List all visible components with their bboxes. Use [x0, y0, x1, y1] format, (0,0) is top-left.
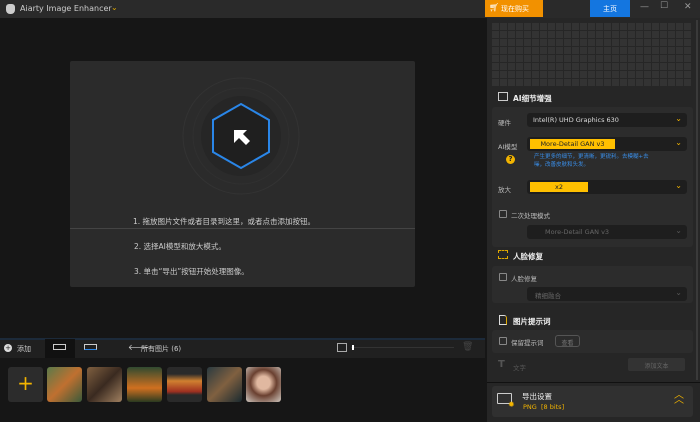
slider-handle[interactable] [352, 345, 354, 350]
cart-icon: 🛒︎ [489, 3, 500, 12]
add-image-button[interactable]: + [8, 367, 43, 402]
secondary-model-value: More-Detail GAN v3 [545, 228, 610, 236]
hardware-value: Intel(R) UHD Graphics 630 [533, 116, 619, 124]
export-format-value: PNG [523, 403, 537, 411]
filmstrip-view-icon[interactable] [84, 344, 97, 350]
scale-select[interactable]: x2 ⌄ [527, 180, 687, 194]
help-icon[interactable]: ? [506, 155, 515, 164]
keep-prompt-checkbox[interactable] [499, 337, 507, 345]
text-icon: T [498, 359, 505, 370]
thumbnail-bottle[interactable] [127, 367, 162, 402]
trash-icon[interactable]: 🗑︎ [462, 342, 473, 352]
app-title: Aiarty Image Enhancer [20, 4, 112, 13]
all-images-label: 所有图片 (6) [141, 345, 182, 353]
face-restore-checkbox[interactable] [499, 273, 507, 281]
chevron-down-icon: ⌄ [675, 226, 682, 235]
chevron-down-icon: ⌄ [675, 288, 682, 297]
image-size-icon [337, 343, 347, 352]
face-icon [498, 250, 508, 259]
scale-label: 放大 [498, 186, 511, 194]
gear-icon: ✹ [508, 400, 515, 409]
secondary-model-select[interactable]: More-Detail GAN v3 ⌄ [527, 225, 687, 239]
close-icon[interactable]: ✕ [684, 2, 692, 12]
divider [70, 228, 415, 229]
scrollbar[interactable] [696, 20, 698, 380]
add-text-button[interactable]: 添加文本 [628, 358, 685, 371]
export-format: PNG [8 bits] [523, 403, 564, 411]
grid-view-icon [53, 344, 66, 350]
step-2: 2. 选择AI模型和放大模式。 [134, 242, 226, 251]
chevron-up-double-icon[interactable]: ︿ ︿ [674, 391, 684, 406]
face-title: 人脸修复 [513, 252, 543, 261]
export-bits-value: [8 bits] [540, 403, 565, 411]
minimize-icon[interactable]: — [640, 2, 649, 12]
export-title: 导出设置 [522, 392, 552, 401]
ai-enhance-icon [498, 92, 508, 101]
text-label: 文字 [513, 364, 526, 372]
thumbnail-woman[interactable] [246, 367, 281, 402]
chevron-down-icon: ⌄ [675, 181, 682, 190]
model-description: 产生更多的细节，更清晰，更锐利。去模糊+去噪，改善皮肤和头发。 [534, 154, 649, 168]
chevron-down-icon: ⌄ [675, 114, 682, 123]
step-3: 3. 单击“导出”按钮开始处理图像。 [134, 267, 249, 276]
grid-view-tab[interactable] [45, 339, 75, 358]
add-icon[interactable]: + [4, 344, 12, 352]
add-button[interactable]: 添加 [17, 344, 31, 354]
thumbnail-burger[interactable] [167, 367, 202, 402]
thumbnail-butterfly[interactable] [87, 367, 122, 402]
thumbnail-size-slider[interactable] [351, 347, 454, 348]
model-label: AI模型 [498, 143, 518, 151]
ai-detail-title: AI细节增强 [513, 94, 552, 103]
upload-hexagon-icon [182, 77, 300, 195]
view-prompt-button[interactable]: 查看 [555, 335, 580, 347]
prompt-title: 图片提示词 [513, 317, 551, 326]
thumbnail-dog[interactable] [207, 367, 242, 402]
preview-grid [491, 22, 691, 86]
buy-now-label: 现在购买 [501, 5, 529, 13]
chevron-down-icon: ⌄ [675, 138, 682, 147]
model-value: More-Detail GAN v3 [530, 139, 615, 149]
keep-prompt-label: 保留提示词 [511, 339, 544, 347]
buy-now-button[interactable]: 🛒︎ 现在购买 [485, 0, 543, 17]
chevron-down-icon[interactable]: ⌄ [111, 3, 118, 12]
divider [487, 382, 700, 383]
secondary-mode-label: 二次处理模式 [511, 212, 550, 220]
document-icon [499, 315, 507, 325]
home-button[interactable]: 主页 [590, 0, 630, 17]
face-mode-value: 精细融合 [535, 292, 561, 300]
secondary-mode-checkbox[interactable] [499, 210, 507, 218]
scale-value: x2 [530, 182, 588, 192]
step-1: 1. 拖放图片文件或者目录到这里，或者点击添加按钮。 [133, 217, 316, 226]
maximize-icon[interactable]: ☐ [660, 1, 668, 11]
hardware-select[interactable]: Intel(R) UHD Graphics 630 ⌄ [527, 113, 687, 127]
face-mode-select[interactable]: 精细融合 ⌄ [527, 287, 687, 301]
face-restore-label: 人脸修复 [511, 275, 537, 283]
hardware-label: 硬件 [498, 119, 511, 127]
model-select[interactable]: More-Detail GAN v3 ⌄ [527, 137, 687, 151]
app-logo-icon [6, 4, 15, 14]
thumbnail-tiger[interactable] [47, 367, 82, 402]
